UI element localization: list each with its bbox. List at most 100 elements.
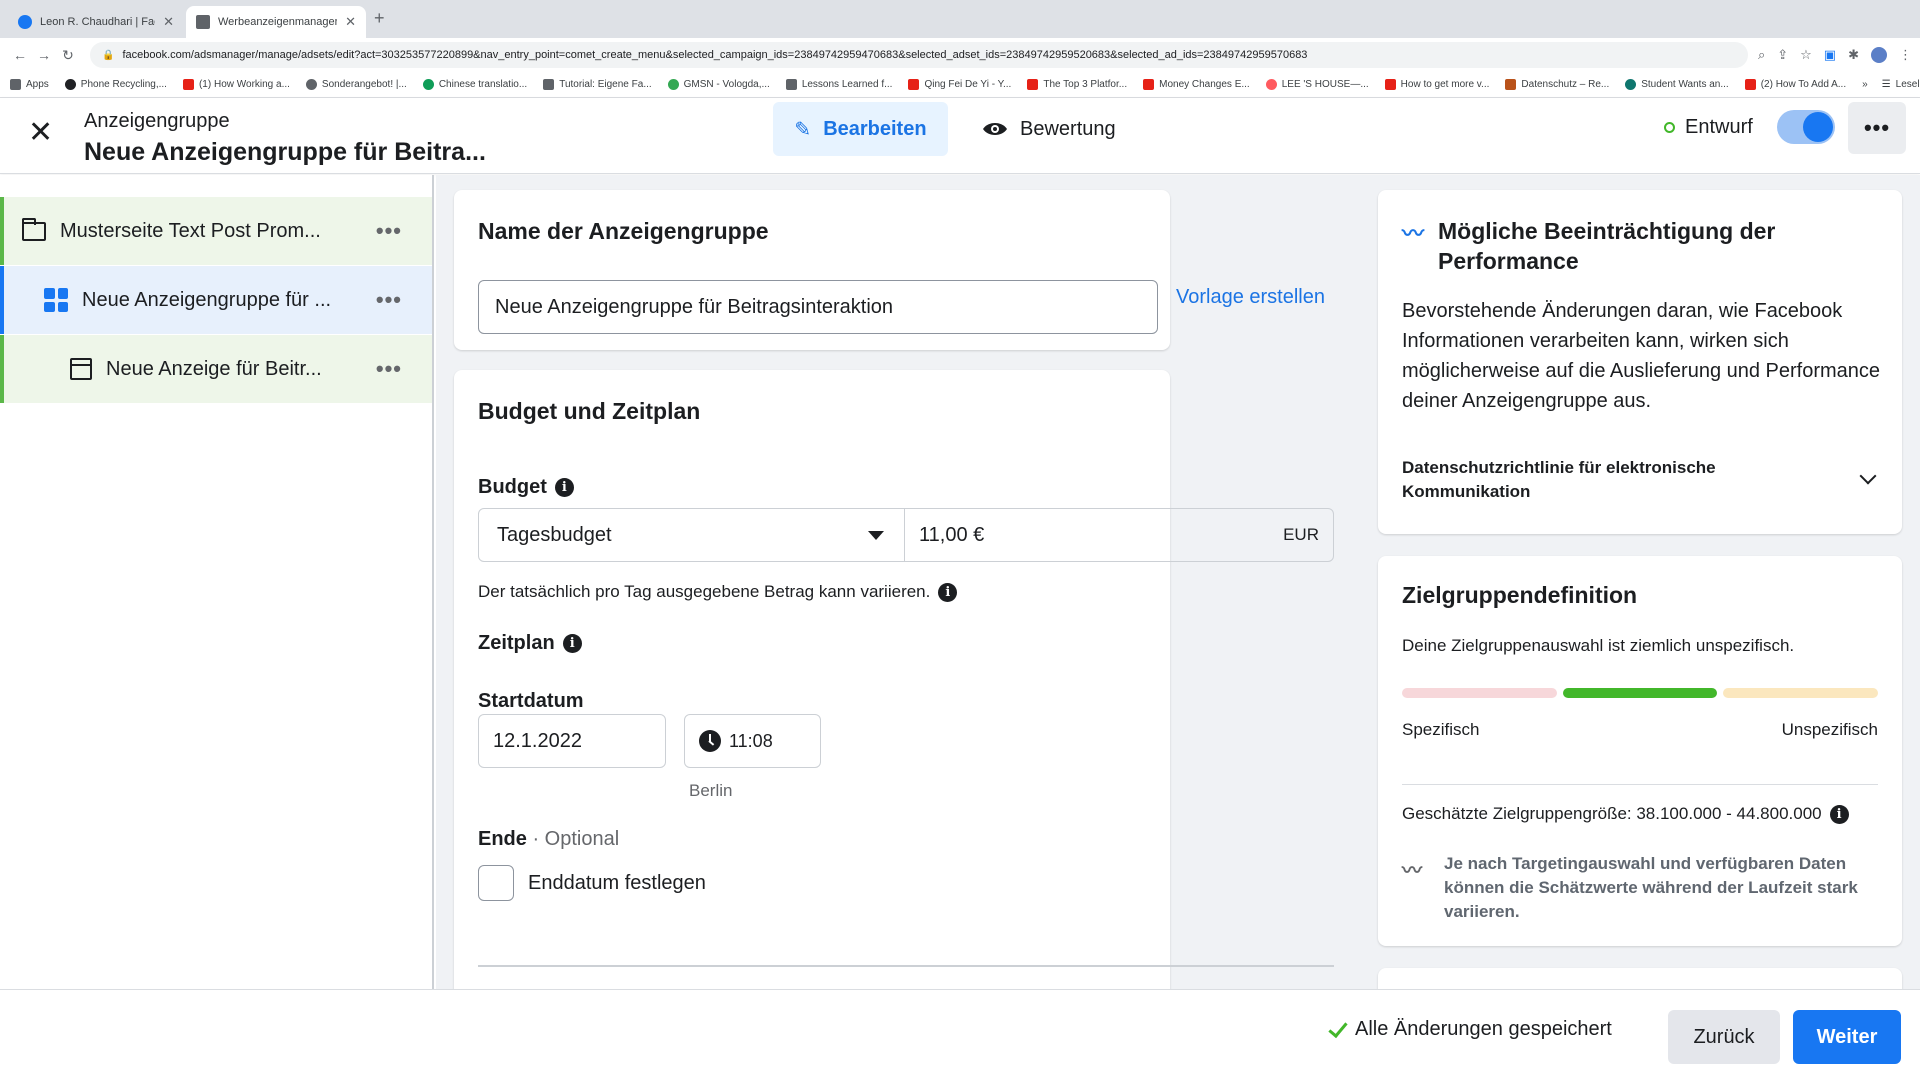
budget-label: Budget i (478, 476, 574, 499)
editor-canvas[interactable]: Name der Anzeigengruppe Neue Anzeigengru… (436, 175, 1920, 990)
campaign-tree: Musterseite Text Post Prom... ••• Neue A… (0, 175, 434, 990)
adset-more-icon[interactable]: ••• (376, 287, 402, 313)
bookmarks-overflow-icon[interactable]: » (1862, 79, 1868, 90)
close-tab-icon[interactable]: ✕ (345, 14, 356, 30)
youtube-icon (908, 79, 920, 90)
audience-description: Deine Zielgruppenauswahl ist ziemlich un… (1402, 636, 1795, 655)
star-icon[interactable]: ☆ (1800, 47, 1812, 63)
info-icon[interactable]: i (562, 634, 582, 653)
card-title: Mögliche Beeinträchtigung der Performanc… (1438, 218, 1776, 274)
campaign-label: Musterseite Text Post Prom... (60, 219, 321, 242)
adset-toggle[interactable] (1777, 110, 1835, 144)
bookmark-item[interactable]: LEE 'S HOUSE—... (1265, 79, 1369, 90)
bookmark-item[interactable]: Chinese translatio... (422, 79, 528, 90)
performance-warning-text: Bevorstehende Änderungen daran, wie Face… (1402, 300, 1881, 412)
budget-amount-input[interactable]: 11,00 € EUR (905, 509, 1333, 561)
next-button[interactable]: Weiter (1793, 1010, 1901, 1064)
tab-title: Leon R. Chaudhari | Facebook (40, 16, 155, 28)
start-time-input[interactable]: 11:08 (684, 714, 821, 768)
bookmark-item[interactable]: Datenschutz – Re... (1505, 79, 1609, 90)
bookmark-item[interactable]: GMSN - Vologda,... (667, 79, 770, 90)
divider (1402, 784, 1878, 785)
meter-label-broad: Unspezifisch (1781, 720, 1878, 739)
timezone-label: Berlin (689, 781, 733, 800)
reload-icon[interactable]: ↻ (56, 47, 80, 64)
profile-avatar[interactable] (1871, 47, 1887, 63)
audience-meter (1402, 688, 1879, 698)
bookmark-item[interactable]: Qing Fei De Yi - Y... (908, 79, 1011, 90)
adset-name-input[interactable]: Neue Anzeigengruppe für Beitragsinterakt… (478, 280, 1158, 334)
page-title: Neue Anzeigengruppe für Beitra... (84, 138, 486, 166)
budget-hint: Der tatsächlich pro Tag ausgegebene Betr… (478, 582, 958, 602)
reading-list-label: Leseliste (1895, 79, 1920, 90)
info-icon[interactable]: i (554, 478, 574, 497)
chevron-down-icon[interactable] (1859, 467, 1877, 485)
bookmark-label: Tutorial: Eigene Fa... (559, 79, 652, 90)
meter-segment-broad (1723, 688, 1879, 698)
youtube-icon (1744, 79, 1756, 90)
create-template-link[interactable]: Vorlage erstellen (1176, 286, 1325, 309)
forward-arrow-icon[interactable]: → (32, 47, 56, 63)
url-text: facebook.com/adsmanager/manage/adsets/ed… (122, 49, 1308, 61)
tree-item-ad[interactable]: Neue Anzeige für Beitr... ••• (0, 335, 432, 403)
review-button[interactable]: Bewertung (972, 102, 1126, 156)
end-date-checkbox[interactable] (478, 865, 514, 901)
zoom-icon[interactable]: ⌕ (1758, 47, 1765, 63)
more-options-button[interactable]: ••• (1848, 102, 1906, 154)
eye-icon (983, 123, 1007, 135)
close-tab-icon[interactable]: ✕ (163, 14, 174, 30)
ad-more-icon[interactable]: ••• (376, 356, 402, 382)
menu-icon[interactable]: ⋮ (1899, 47, 1912, 63)
bookmark-label: Chinese translatio... (438, 79, 528, 90)
bookmark-label: LEE 'S HOUSE—... (1281, 79, 1369, 90)
bookmark-item[interactable]: Tutorial: Eigene Fa... (543, 79, 652, 90)
bookmark-label: GMSN - Vologda,... (683, 79, 770, 90)
bookmark-item[interactable]: (2) How To Add A... (1744, 79, 1846, 90)
url-field[interactable]: 🔒 facebook.com/adsmanager/manage/adsets/… (90, 42, 1748, 68)
facebook-extension-icon[interactable]: ▣ (1824, 47, 1836, 63)
new-tab-icon[interactable]: + (374, 8, 385, 29)
bookmark-item[interactable]: Money Changes E... (1143, 79, 1250, 90)
ad-icon (70, 358, 92, 380)
tree-item-campaign[interactable]: Musterseite Text Post Prom... ••• (0, 197, 432, 265)
edit-button[interactable]: ✎ Bearbeiten (773, 102, 948, 156)
info-icon[interactable]: i (1829, 804, 1849, 824)
start-date-label: Startdatum (478, 690, 584, 712)
browser-tab-facebook[interactable]: Leon R. Chaudhari | Facebook ✕ (8, 6, 184, 38)
end-label: Ende · Optional (478, 828, 619, 851)
close-icon[interactable]: ✕ (28, 118, 53, 148)
adset-name-card: Name der Anzeigengruppe Neue Anzeigengru… (454, 190, 1325, 350)
bookmark-item[interactable]: Sonderangebot! |... (305, 79, 407, 90)
card-title: Name der Anzeigengruppe (478, 218, 769, 244)
bookmark-item[interactable]: The Top 3 Platfor... (1027, 79, 1127, 90)
reading-list-button[interactable]: ☰ Leseliste (1882, 79, 1920, 90)
budget-type-select[interactable]: Tagesbudget (479, 509, 905, 561)
bookmark-item[interactable]: Lessons Learned f... (785, 79, 892, 90)
audience-size-text: Geschätzte Zielgruppengröße: 38.100.000 … (1402, 804, 1822, 823)
puzzle-icon[interactable]: ✱ (1848, 47, 1859, 63)
tree-item-adset[interactable]: Neue Anzeigengruppe für ... ••• (0, 266, 432, 334)
end-label-text: Ende (478, 828, 527, 850)
info-icon[interactable]: i (938, 582, 958, 602)
performance-warning-card: 〰 Mögliche Beeinträchtigung der Performa… (1378, 190, 1902, 534)
bookmark-item[interactable]: How to get more v... (1384, 79, 1489, 90)
browser-tab-ads-manager[interactable]: Werbeanzeigenmanager - Wer ✕ (186, 6, 366, 38)
start-date-input[interactable]: 12.1.2022 (478, 714, 666, 768)
bookmark-item[interactable]: Phone Recycling,... (64, 79, 167, 90)
back-arrow-icon[interactable]: ← (8, 47, 32, 63)
save-status: Alle Änderungen gespeichert (1328, 1017, 1612, 1041)
extensions: ⌕ ⇪ ☆ ▣ ✱ ⋮ (1758, 47, 1912, 63)
privacy-policy-accordion[interactable]: Datenschutzrichtlinie für elektronische … (1402, 456, 1802, 504)
address-bar: ← → ↻ 🔒 facebook.com/adsmanager/manage/a… (0, 38, 1920, 72)
budget-field: Tagesbudget 11,00 € EUR (478, 508, 1334, 562)
campaign-more-icon[interactable]: ••• (376, 218, 402, 244)
bookmark-label: The Top 3 Platfor... (1043, 79, 1128, 90)
bookmark-item[interactable]: (1) How Working a... (182, 79, 290, 90)
bookmark-label: Money Changes E... (1159, 79, 1250, 90)
share-icon[interactable]: ⇪ (1777, 47, 1788, 63)
bookmark-item[interactable]: Student Wants an... (1625, 79, 1729, 90)
folder-icon (22, 217, 46, 241)
bookmark-item[interactable]: Apps (10, 79, 49, 90)
back-button[interactable]: Zurück (1668, 1010, 1780, 1064)
end-date-option[interactable]: Enddatum festlegen (478, 865, 706, 901)
